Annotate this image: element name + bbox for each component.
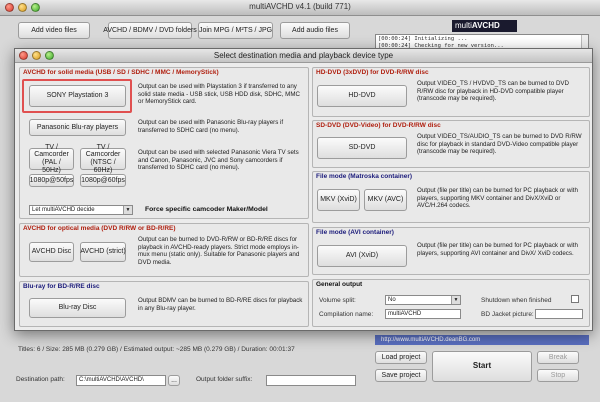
log-line: [00:00:24] Initializing ... (378, 36, 468, 42)
avi-group: File mode (AVI container) AVI (XviD) Out… (312, 227, 590, 275)
panasonic-description: Output can be used with Panasonic Blu-ra… (138, 119, 284, 134)
panasonic-bluray-button[interactable]: Panasonic Blu-ray players (29, 119, 126, 136)
sddvd-description: Output VIDEO_TS/AUDIO_TS can be burned t… (417, 133, 582, 156)
volume-split-value: No (388, 297, 396, 303)
hddvd-group: HD-DVD (3xDVD) for DVD-R/RW disc HD-DVD … (312, 67, 590, 117)
logo-prefix: multi (455, 21, 472, 30)
tv-camcorder-ntsc-button[interactable]: TV / Camcorder (NTSC / 60Hz) (80, 144, 126, 174)
dialog-titlebar: Select destination media and playback de… (15, 49, 592, 63)
mkv-xvid-button[interactable]: MKV (XviD) (317, 189, 360, 211)
camcorder-maker-select[interactable]: Let multiAVCHD decide ▼ (29, 205, 133, 215)
general-output-group: General output Volume split: No ▼ Shutdo… (312, 279, 590, 327)
solid-media-title: AVCHD for solid media (USB / SD / SDHC /… (23, 69, 219, 76)
website-link[interactable]: http://www.multiAVCHD.deanBG.com (375, 335, 589, 345)
compilation-name-label: Compilation name: (319, 311, 374, 318)
general-output-title: General output (316, 281, 363, 288)
optical-description: Output can be burned to DVD-R/RW or BD-R… (138, 236, 300, 266)
avchd-disc-button[interactable]: AVCHD Disc (29, 242, 74, 262)
destination-path-input[interactable]: C:\multiAVCHD\AVCHD\ (76, 375, 166, 386)
destination-dialog: Select destination media and playback de… (14, 48, 593, 331)
hddvd-title: HD-DVD (3xDVD) for DVD-R/RW disc (316, 69, 429, 76)
destination-path-label: Destination path: (16, 376, 65, 383)
mkv-avc-button[interactable]: MKV (AVC) (364, 189, 407, 211)
tv-camcorder-pal-button[interactable]: TV / Camcorder (PAL / 50Hz) (29, 144, 74, 174)
hddvd-description: Output VIDEO_TS / HVDVD_TS can be burned… (417, 80, 570, 103)
app-logo: multiAVCHD (452, 20, 517, 32)
sddvd-title: SD-DVD (DVD-Video) for DVD-R/RW disc (316, 122, 441, 129)
join-mpg-button[interactable]: Join MPG / M²TS / JPG (198, 22, 273, 39)
volume-split-label: Volume split: (319, 297, 356, 304)
add-video-files-button[interactable]: Add video files (18, 22, 90, 39)
compilation-name-input[interactable]: multiAVCHD (385, 309, 461, 319)
add-audio-files-button[interactable]: Add audio files (280, 22, 350, 39)
output-folder-suffix-label: Output folder suffix: (196, 376, 253, 383)
bluray-group: Blu-ray for BD-R/RE disc Blu-ray Disc Ou… (19, 281, 309, 327)
volume-split-select[interactable]: No ▼ (385, 295, 461, 305)
bluray-title: Blu-ray for BD-R/RE disc (23, 283, 100, 290)
bluray-disc-button[interactable]: Blu-ray Disc (29, 298, 126, 318)
1080p60-button[interactable]: 1080p@60fps (80, 174, 126, 187)
optical-media-title: AVCHD for optical media (DVD R/RW or BD-… (23, 225, 176, 232)
sony-playstation-3-button[interactable]: SONY Playstation 3 (29, 85, 126, 107)
output-folder-suffix-input[interactable] (266, 375, 356, 386)
tv-camcorder-description: Output can be used with selected Panason… (138, 149, 299, 172)
save-project-button[interactable]: Save project (375, 369, 427, 382)
logo-brand: AVCHD (471, 21, 500, 30)
sddvd-button[interactable]: SD-DVD (317, 137, 407, 159)
window-title: multiAVCHD v4.1 (build 771) (249, 2, 351, 11)
load-project-button[interactable]: Load project (375, 351, 427, 364)
start-button[interactable]: Start (432, 351, 532, 382)
status-summary: Titles: 6 / Size: 285 MB (0.279 GB) / Es… (18, 346, 295, 353)
bluray-description: Output BDMV can be burned to BD-R/RE dis… (138, 297, 303, 312)
shutdown-label: Shutdown when finished (481, 297, 552, 304)
mkv-description: Output (file per title) can be burned fo… (417, 187, 578, 210)
avi-xvid-button[interactable]: AVI (XviD) (317, 245, 407, 267)
solid-media-group: AVCHD for solid media (USB / SD / SDHC /… (19, 67, 309, 219)
avi-description: Output (file per title) can be burned fo… (417, 242, 578, 257)
shutdown-checkbox[interactable] (571, 295, 579, 303)
chevron-down-icon: ▼ (123, 206, 132, 214)
camcorder-maker-value: Let multiAVCHD decide (32, 207, 95, 213)
ps3-description: Output can be used with Playstation 3 if… (138, 83, 300, 106)
break-button[interactable]: Break (537, 351, 579, 364)
stop-button[interactable]: Stop (537, 369, 579, 382)
browse-destination-button[interactable]: ... (168, 375, 180, 386)
bd-jacket-label: BD Jacket picture: (481, 311, 534, 318)
1080p50-button[interactable]: 1080p@50fps (29, 174, 74, 187)
dialog-title: Select destination media and playback de… (213, 51, 394, 60)
mkv-group: File mode (Matroska container) MKV (XviD… (312, 171, 590, 223)
mkv-title: File mode (Matroska container) (316, 173, 413, 180)
force-maker-label: Force specific camcoder Maker/Model (145, 206, 268, 213)
chevron-down-icon: ▼ (451, 296, 460, 304)
avi-title: File mode (AVI container) (316, 229, 394, 236)
avchd-strict-button[interactable]: AVCHD (strict) (80, 242, 126, 262)
bd-jacket-input[interactable] (535, 309, 583, 319)
avchd-folders-button[interactable]: AVCHD / BDMV / DVD folders (103, 22, 197, 39)
optical-media-group: AVCHD for optical media (DVD R/RW or BD-… (19, 223, 309, 277)
main-titlebar: multiAVCHD v4.1 (build 771) (0, 0, 600, 16)
sddvd-group: SD-DVD (DVD-Video) for DVD-R/RW disc SD-… (312, 120, 590, 168)
hddvd-button[interactable]: HD-DVD (317, 85, 407, 107)
